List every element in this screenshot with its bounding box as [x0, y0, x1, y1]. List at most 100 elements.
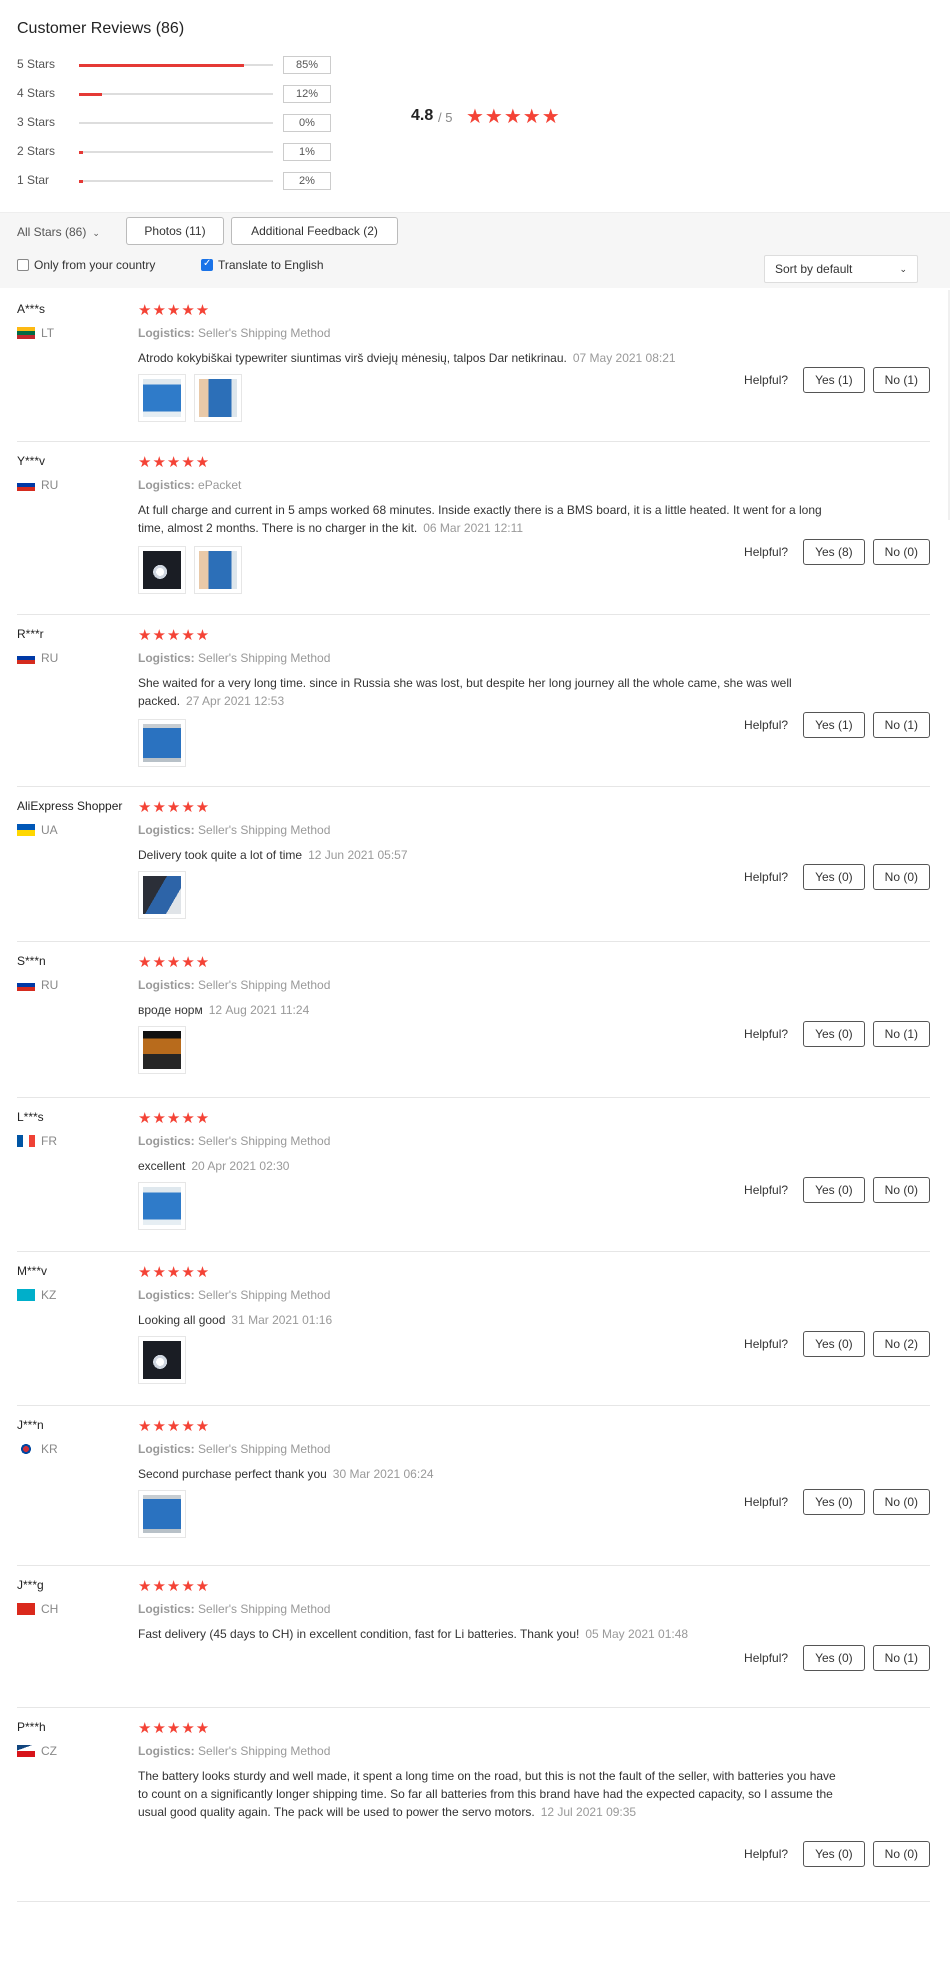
helpful-no-button[interactable]: No (2)	[872, 1331, 930, 1357]
review-stars-icon: ★★★★★	[138, 1720, 211, 1737]
rating-bar-1[interactable]: 1 Star 2%	[17, 172, 337, 190]
review-photo[interactable]	[138, 1182, 186, 1230]
review-photo[interactable]	[194, 374, 242, 422]
helpful-controls: Helpful? Yes (0) No (2)	[744, 1331, 930, 1357]
helpful-yes-button[interactable]: Yes (1)	[803, 367, 865, 393]
additional-feedback-button[interactable]: Additional Feedback (2)	[231, 217, 398, 245]
rating-bar-percent: 0%	[283, 114, 331, 132]
ru-flag-icon	[17, 652, 35, 664]
review-body: Fast delivery (45 days to CH) in excelle…	[138, 1627, 580, 1641]
helpful-yes-button[interactable]: Yes (0)	[803, 864, 865, 890]
helpful-no-button[interactable]: No (1)	[872, 1645, 930, 1671]
review-photo[interactable]	[138, 1026, 186, 1074]
review-stars-icon: ★★★★★	[138, 1110, 211, 1127]
helpful-yes-button[interactable]: Yes (0)	[803, 1177, 865, 1203]
logistics-info: Logistics: Seller's Shipping Method	[138, 326, 330, 340]
translate-checkbox[interactable]: Translate to English	[201, 258, 324, 272]
review-photo[interactable]	[194, 546, 242, 594]
photo-image	[143, 1341, 181, 1379]
helpful-label: Helpful?	[744, 870, 789, 884]
country-code: UA	[41, 823, 58, 837]
reviewer-name: S***n	[17, 954, 46, 968]
rating-summary: Customer Reviews (86) 5 Stars 85% 4 Star…	[0, 0, 950, 210]
photo-image	[199, 551, 237, 589]
average-rating-max: / 5	[438, 110, 453, 125]
review-photo[interactable]	[138, 374, 186, 422]
sort-label: Sort by default	[775, 262, 853, 276]
review-text: Fast delivery (45 days to CH) in excelle…	[138, 1625, 848, 1643]
logistics-info: Logistics: Seller's Shipping Method	[138, 823, 330, 837]
review-date: 31 Mar 2021 01:16	[231, 1313, 333, 1327]
logistics-info: Logistics: Seller's Shipping Method	[138, 651, 330, 665]
helpful-no-button[interactable]: No (0)	[872, 1489, 930, 1515]
helpful-no-button[interactable]: No (0)	[872, 1841, 930, 1867]
sort-dropdown[interactable]: Sort by default ⌄	[764, 255, 918, 283]
review-stars-icon: ★★★★★	[138, 1264, 211, 1281]
review-stars-icon: ★★★★★	[138, 627, 211, 644]
fr-flag-icon	[17, 1135, 35, 1147]
helpful-label: Helpful?	[744, 1847, 789, 1861]
helpful-no-button[interactable]: No (0)	[872, 1177, 930, 1203]
helpful-yes-button[interactable]: Yes (1)	[803, 712, 865, 738]
logistics-label: Logistics:	[138, 651, 195, 665]
rating-bar-fill	[79, 179, 83, 183]
helpful-yes-button[interactable]: Yes (0)	[803, 1645, 865, 1671]
all-stars-dropdown[interactable]: All Stars (86) ⌄	[17, 225, 100, 239]
helpful-yes-button[interactable]: Yes (0)	[803, 1841, 865, 1867]
review-photo[interactable]	[138, 1490, 186, 1538]
country-code: CZ	[41, 1744, 57, 1758]
helpful-yes-button[interactable]: Yes (0)	[803, 1021, 865, 1047]
review-photo[interactable]	[138, 1336, 186, 1384]
review-body: Atrodo kokybiškai typewriter siuntimas v…	[138, 351, 567, 365]
lt-flag-icon	[17, 327, 35, 339]
country-code: KR	[41, 1442, 58, 1456]
logistics-method: Seller's Shipping Method	[198, 1442, 331, 1456]
helpful-no-button[interactable]: No (1)	[872, 1021, 930, 1047]
ru-flag-icon	[17, 979, 35, 991]
rating-bar-track	[79, 179, 273, 183]
review-photos	[138, 1026, 186, 1074]
only-country-checkbox[interactable]: Only from your country	[17, 258, 155, 272]
rating-bar-3[interactable]: 3 Stars 0%	[17, 114, 337, 132]
helpful-yes-button[interactable]: Yes (8)	[803, 539, 865, 565]
helpful-controls: Helpful? Yes (0) No (1)	[744, 1021, 930, 1047]
photo-image	[143, 1187, 181, 1225]
photos-filter-button[interactable]: Photos (11)	[126, 217, 224, 245]
helpful-label: Helpful?	[744, 1495, 789, 1509]
review-photo[interactable]	[138, 546, 186, 594]
rating-bar-5[interactable]: 5 Stars 85%	[17, 56, 337, 74]
review-body: Looking all good	[138, 1313, 226, 1327]
rating-bar-label: 2 Stars	[17, 144, 56, 158]
helpful-controls: Helpful? Yes (0) No (0)	[744, 1177, 930, 1203]
helpful-label: Helpful?	[744, 1183, 789, 1197]
country-code: KZ	[41, 1288, 57, 1302]
helpful-no-button[interactable]: No (1)	[872, 367, 930, 393]
review-stars-icon: ★★★★★	[138, 954, 211, 971]
filter-bar: All Stars (86) ⌄ Photos (11) Additional F…	[0, 212, 950, 288]
helpful-yes-button[interactable]: Yes (0)	[803, 1331, 865, 1357]
review-stars-icon: ★★★★★	[138, 454, 211, 471]
review-text: Delivery took quite a lot of time 12 Jun …	[138, 846, 848, 864]
review-item: R***r RU ★★★★★ Logistics: Seller's Shipp…	[17, 615, 930, 787]
reviewer-country: KR	[17, 1442, 58, 1456]
review-body: The battery looks sturdy and well made, …	[138, 1769, 836, 1819]
helpful-controls: Helpful? Yes (1) No (1)	[744, 367, 930, 393]
helpful-yes-button[interactable]: Yes (0)	[803, 1489, 865, 1515]
logistics-label: Logistics:	[138, 478, 195, 492]
helpful-label: Helpful?	[744, 1651, 789, 1665]
rating-bar-4[interactable]: 4 Stars 12%	[17, 85, 337, 103]
logistics-label: Logistics:	[138, 1288, 195, 1302]
helpful-no-button[interactable]: No (0)	[872, 539, 930, 565]
review-photo[interactable]	[138, 871, 186, 919]
rating-bar-percent: 1%	[283, 143, 331, 161]
rating-bar-2[interactable]: 2 Stars 1%	[17, 143, 337, 161]
review-date: 12 Jul 2021 09:35	[540, 1805, 637, 1819]
photo-image	[143, 1031, 181, 1069]
helpful-no-button[interactable]: No (1)	[872, 712, 930, 738]
review-photo[interactable]	[138, 719, 186, 767]
helpful-no-button[interactable]: No (0)	[872, 864, 930, 890]
logistics-label: Logistics:	[138, 1744, 195, 1758]
helpful-controls: Helpful? Yes (0) No (0)	[744, 864, 930, 890]
review-item: S***n RU ★★★★★ Logistics: Seller's Shipp…	[17, 942, 930, 1098]
logistics-info: Logistics: Seller's Shipping Method	[138, 1134, 330, 1148]
